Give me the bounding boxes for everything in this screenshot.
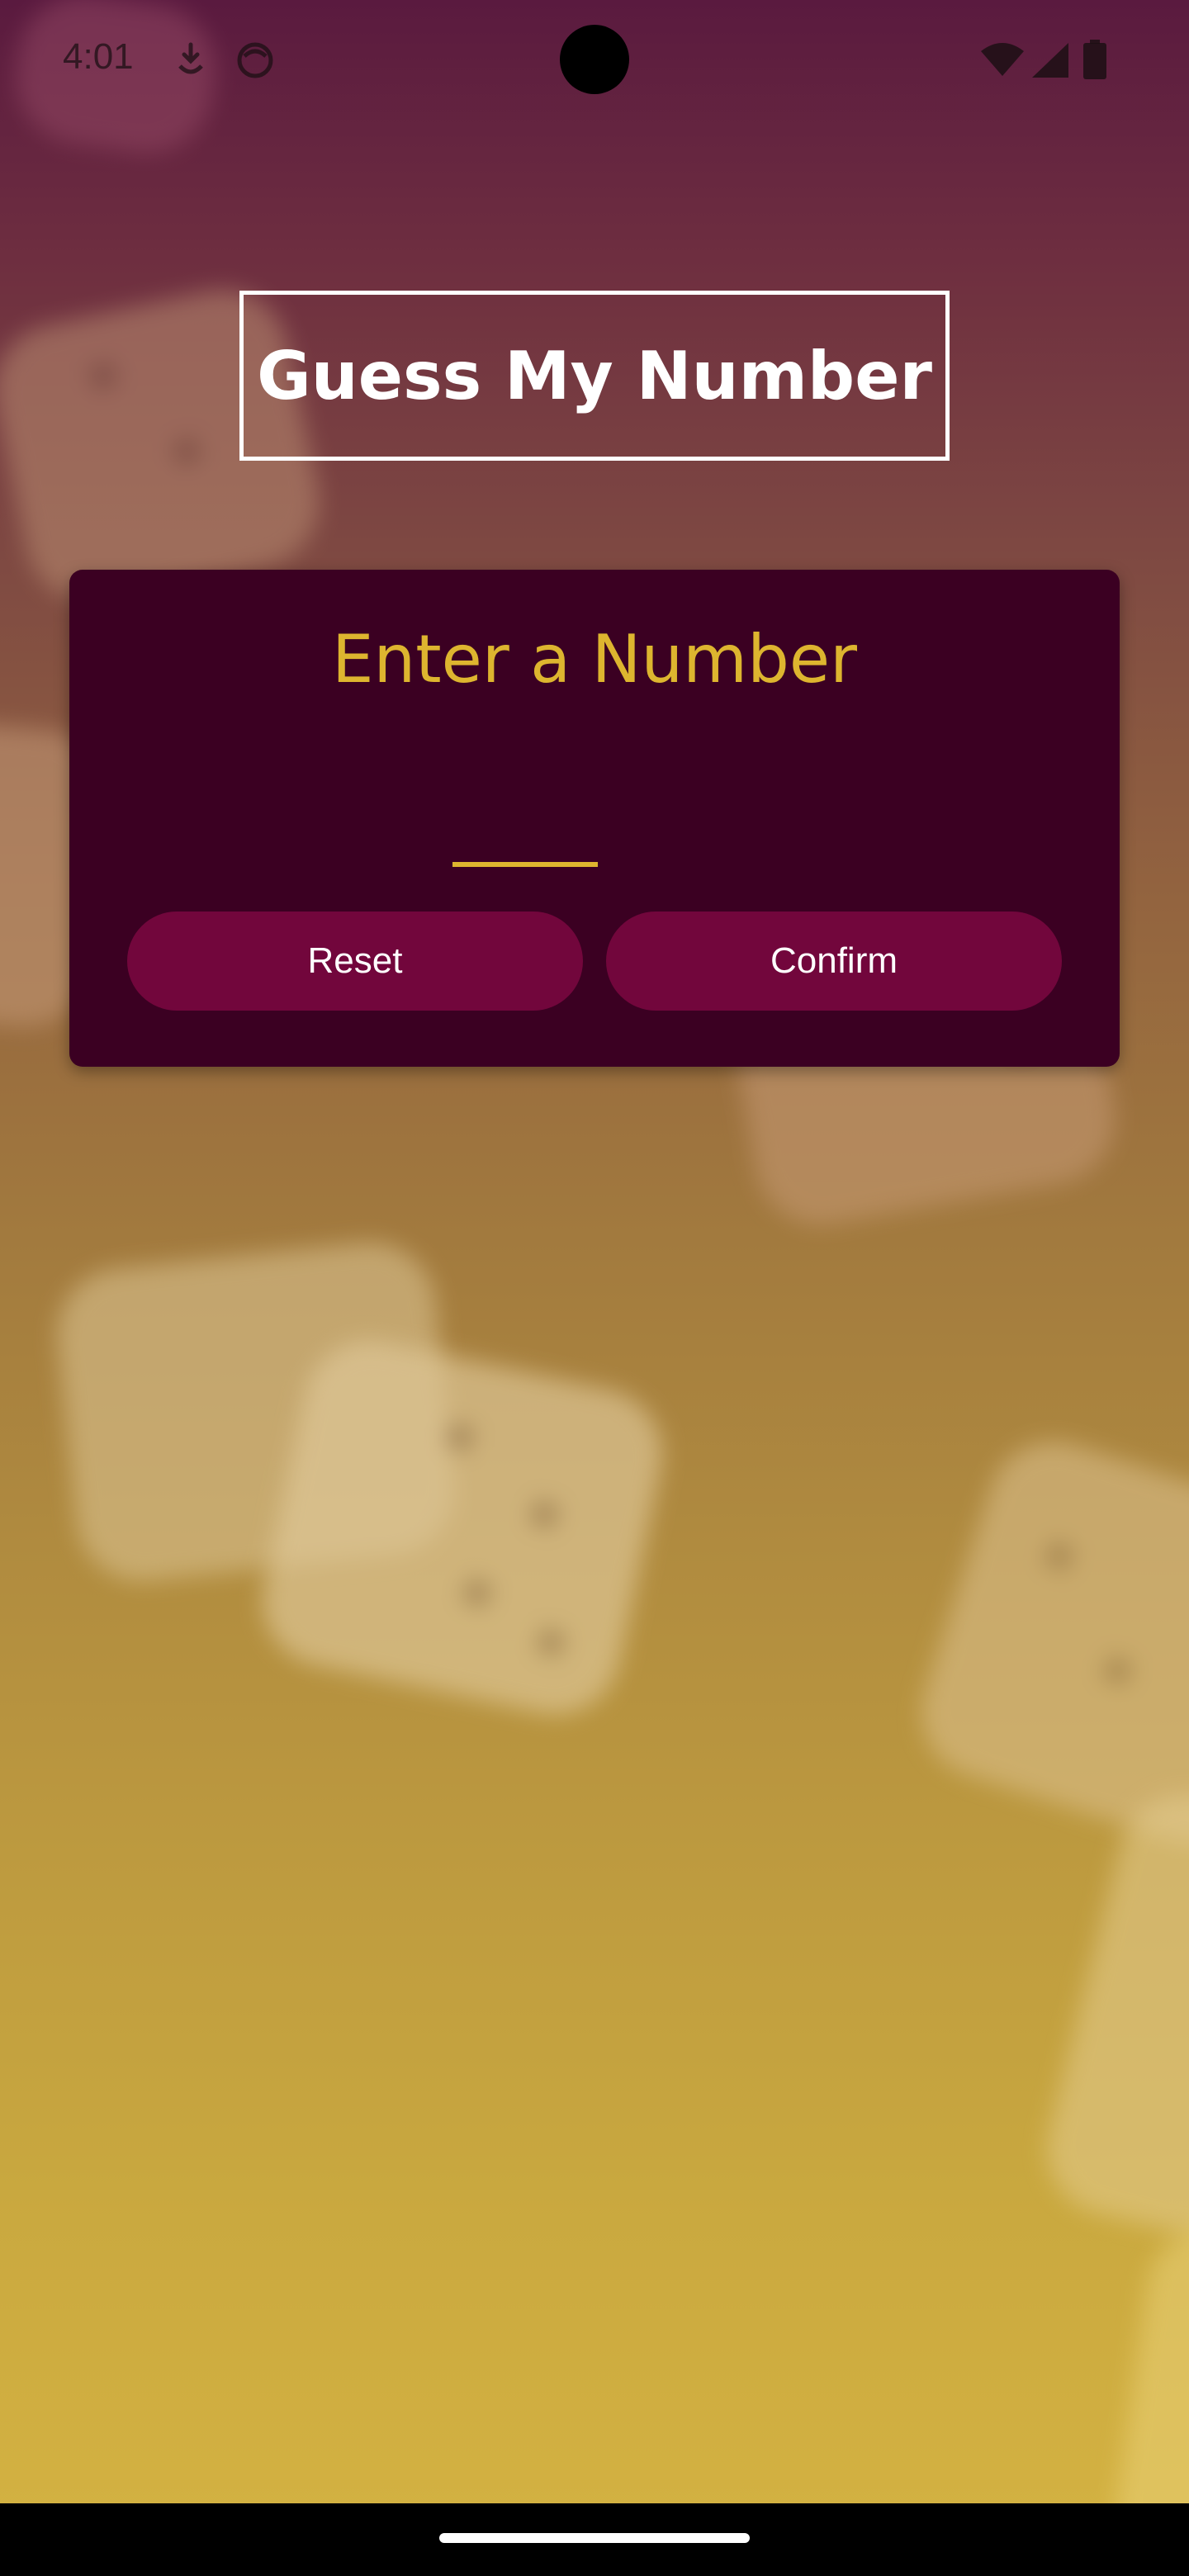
card-title: Enter a Number	[332, 621, 857, 698]
wifi-icon	[981, 43, 1024, 81]
confirm-button-label: Confirm	[770, 940, 898, 981]
status-bar: 4:01	[0, 0, 1189, 119]
number-input[interactable]	[452, 727, 598, 867]
face-icon	[236, 41, 274, 83]
status-time: 4:01	[63, 36, 134, 77]
confirm-button[interactable]: Confirm	[606, 912, 1062, 1011]
reset-button-label: Reset	[307, 940, 403, 981]
home-indicator[interactable]	[439, 2533, 750, 2543]
background-die	[1032, 1780, 1189, 2249]
game-start-screen: 4:01 Guess My Number Enter a Number Rese…	[0, 0, 1189, 2576]
app-title: Guess My Number	[257, 337, 932, 414]
app-title-box: Guess My Number	[239, 291, 950, 461]
download-icon	[177, 41, 205, 81]
signal-icon	[1032, 43, 1068, 81]
reset-button[interactable]: Reset	[127, 912, 583, 1011]
background-die	[904, 1424, 1189, 1862]
background-die	[250, 1328, 675, 1727]
battery-icon	[1083, 40, 1106, 83]
camera-cutout	[560, 25, 629, 94]
navigation-bar	[0, 2503, 1189, 2576]
